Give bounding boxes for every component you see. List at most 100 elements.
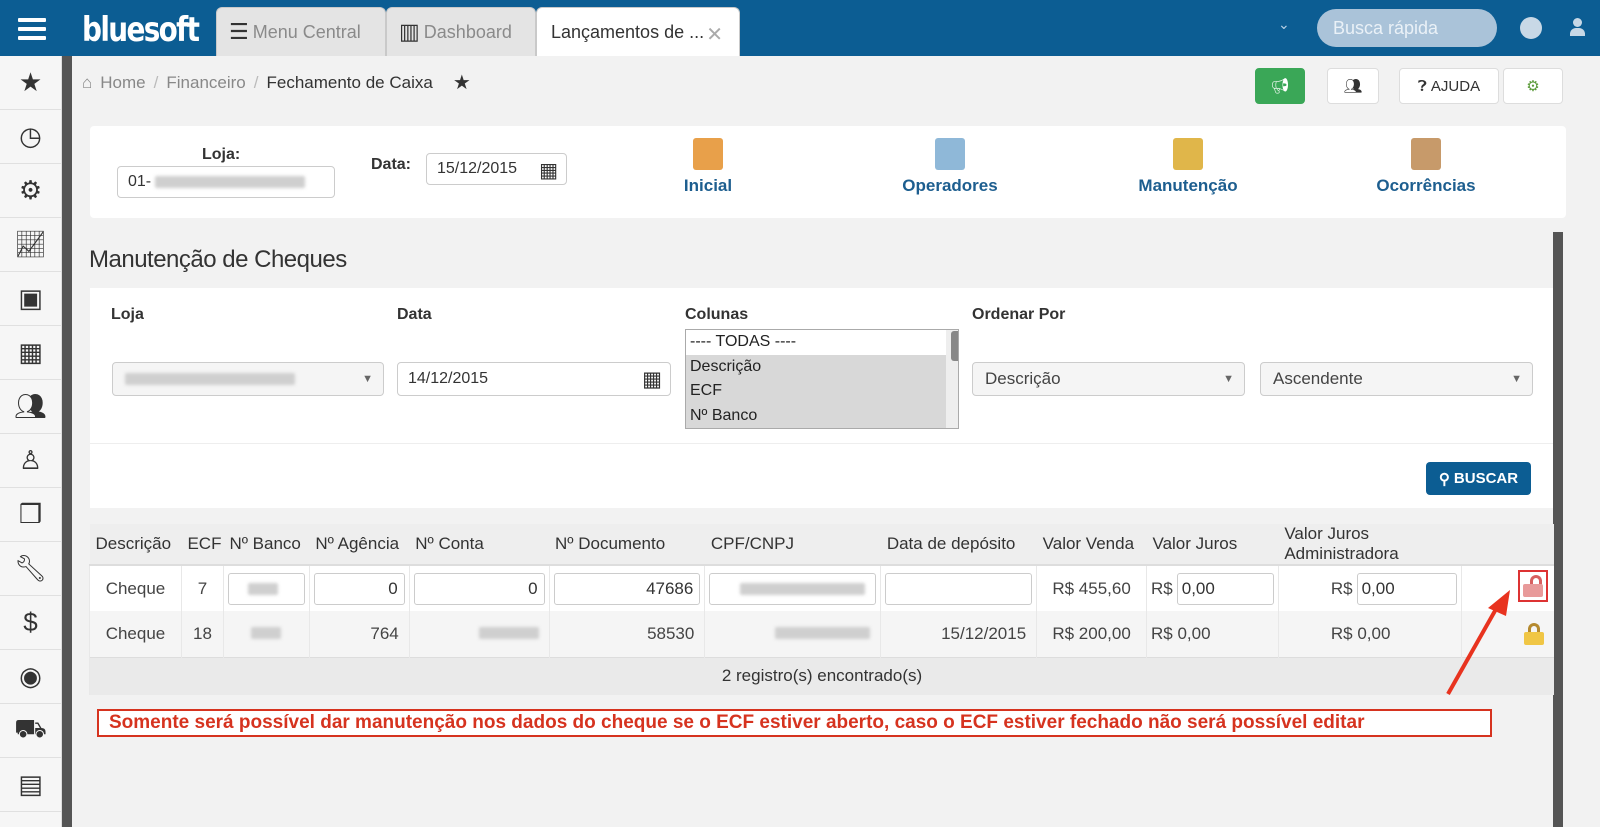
col-juros-adm[interactable]: Valor Juros Administradora	[1278, 524, 1462, 566]
globe-icon[interactable]	[1520, 17, 1542, 39]
redacted-text	[251, 626, 282, 639]
filter-data-label: Data	[397, 306, 432, 323]
currency-prefix: R$	[1151, 623, 1173, 643]
currency-prefix: R$	[1330, 578, 1353, 598]
tab-lancamentos[interactable]: Lançamentos de ... ✕	[536, 7, 740, 56]
tab-label: Lançamentos de ...	[551, 21, 705, 42]
filter-date-input[interactable]: 14/12/2015 ▦	[397, 362, 671, 396]
col-agencia[interactable]: Nº Agência	[309, 524, 410, 566]
calendar-icon[interactable]: ▦	[539, 158, 558, 183]
clock-icon[interactable]: ◷	[0, 110, 61, 164]
data-field[interactable]: 15/12/2015 ▦	[426, 153, 567, 185]
table-header-row: Descrição ECF Nº Banco Nº Agência Nº Con…	[89, 524, 1554, 566]
col-valor-venda[interactable]: Valor Venda	[1036, 524, 1147, 566]
tab-label: Dashboard	[423, 21, 512, 42]
search-input[interactable]	[1317, 9, 1497, 47]
redacted-text	[155, 176, 306, 188]
filter-loja-label: Loja	[111, 306, 144, 323]
buscar-button[interactable]: ⚲ BUSCAR	[1426, 462, 1531, 495]
user-icon[interactable]	[1570, 18, 1585, 36]
line-chart-icon[interactable]: 📈︎	[0, 218, 61, 272]
wrench-icon[interactable]: 🔧︎	[0, 542, 61, 596]
direcao-select[interactable]: Ascendente ▼	[1260, 362, 1533, 396]
col-data-deposito[interactable]: Data de depósito	[880, 524, 1037, 566]
colunas-option[interactable]: Descrição	[686, 354, 958, 379]
loja-select[interactable]: ▼	[112, 362, 384, 396]
nav-inicial[interactable]: Inicial	[638, 138, 778, 196]
favorite-star-icon[interactable]: ★	[453, 70, 471, 95]
col-ecf[interactable]: ECF	[181, 524, 224, 566]
colunas-option[interactable]: ECF	[686, 379, 958, 404]
agencia-input[interactable]: 0	[313, 572, 405, 605]
redacted-text	[740, 582, 866, 595]
juros-input[interactable]: 0,00	[1176, 572, 1274, 605]
banco-input[interactable]	[227, 572, 305, 605]
top-bar: bluesoft ☰ Menu Central ▥ Dashboard Lanç…	[0, 0, 1600, 56]
records-count: 2 registro(s) encontrado(s)	[89, 656, 1554, 695]
megaphone-icon: 📢︎	[1270, 78, 1290, 95]
gear-icon[interactable]: ⚙	[0, 164, 61, 218]
tab-menu-central[interactable]: ☰ Menu Central	[216, 7, 386, 56]
cell-ecf: 18	[180, 611, 224, 657]
col-conta[interactable]: Nº Conta	[409, 524, 550, 566]
nav-ocorrencias[interactable]: Ocorrências	[1356, 138, 1496, 196]
plugin-icon: ⚙	[1526, 78, 1540, 95]
colunas-option[interactable]: ---- TODAS ----	[686, 330, 958, 355]
ecf-open-lock-button[interactable]	[1518, 570, 1548, 602]
person-icon[interactable]: ♙	[0, 434, 61, 488]
currency-prefix: R$	[1330, 623, 1353, 643]
dollar-icon[interactable]: $	[0, 596, 61, 650]
users-icon: 👥︎	[1343, 78, 1363, 95]
users-icon[interactable]: 👥︎	[0, 380, 61, 434]
calculator-icon[interactable]: ▦	[0, 326, 61, 380]
nav-label: Inicial	[683, 176, 733, 195]
data-label: Data:	[371, 156, 412, 173]
annotation-note: Somente será possível dar manutenção nos…	[97, 709, 1492, 737]
briefcase-icon[interactable]: ▣	[0, 272, 61, 326]
breadcrumb-separator: /	[153, 72, 159, 92]
cubes-icon[interactable]: ❒	[0, 488, 61, 542]
truck-icon[interactable]: ⛟	[0, 704, 61, 758]
colunas-option[interactable]: Nº Banco	[686, 403, 958, 428]
breadcrumb-financeiro[interactable]: Financeiro	[166, 73, 245, 93]
tab-label: Menu Central	[252, 21, 361, 42]
hamburger-menu-icon[interactable]	[18, 18, 46, 40]
col-banco[interactable]: Nº Banco	[223, 524, 310, 566]
col-descricao[interactable]: Descrição	[89, 524, 182, 566]
house-icon	[693, 138, 723, 170]
caret-down-icon: ▼	[362, 373, 373, 385]
ordenar-select[interactable]: Descrição ▼	[972, 362, 1245, 396]
page-scrollbar[interactable]	[1553, 232, 1563, 827]
listbox-scrollbar[interactable]	[946, 330, 958, 428]
nav-operadores[interactable]: Operadores	[880, 138, 1020, 196]
direcao-value: Ascendente	[1273, 369, 1363, 388]
documento-input[interactable]: 47686	[553, 572, 701, 605]
plugin-button[interactable]: ⚙	[1503, 68, 1563, 104]
bar-chart-icon: ▥	[399, 19, 420, 44]
conta-input[interactable]: 0	[413, 572, 545, 605]
home-icon[interactable]: ⌂	[82, 73, 92, 93]
calendar-icon[interactable]: ▦	[642, 367, 662, 392]
data-deposito-input[interactable]	[885, 572, 1033, 605]
data-value: 15/12/2015	[437, 160, 518, 177]
cpf-input[interactable]	[709, 572, 877, 605]
loja-field[interactable]: 01-	[117, 166, 335, 198]
announcement-button[interactable]: 📢︎	[1255, 68, 1305, 104]
help-button[interactable]: ❓︎ AJUDA	[1399, 68, 1499, 104]
colunas-listbox[interactable]: ---- TODAS ---- Descrição ECF Nº Banco	[685, 329, 959, 429]
nav-manutencao[interactable]: Manutenção	[1118, 138, 1258, 196]
cheques-table: Descrição ECF Nº Banco Nº Agência Nº Con…	[89, 524, 1554, 695]
lion-icon[interactable]: ◉	[0, 650, 61, 704]
users-button[interactable]: 👥︎	[1327, 68, 1379, 104]
col-valor-juros[interactable]: Valor Juros	[1146, 524, 1279, 566]
close-icon[interactable]: ✕	[706, 22, 723, 47]
annotation-arrow	[1446, 590, 1510, 695]
chevron-down-icon[interactable]: ⌄	[1278, 16, 1290, 33]
breadcrumb-home[interactable]: Home	[100, 73, 145, 93]
col-cpf[interactable]: CPF/CNPJ	[704, 524, 881, 566]
building-icon[interactable]: ▤	[0, 758, 61, 812]
brand-logo[interactable]: bluesoft	[82, 10, 200, 50]
tab-dashboard[interactable]: ▥ Dashboard	[386, 7, 536, 56]
col-documento[interactable]: Nº Documento	[549, 524, 705, 566]
star-icon[interactable]: ★	[0, 56, 61, 110]
